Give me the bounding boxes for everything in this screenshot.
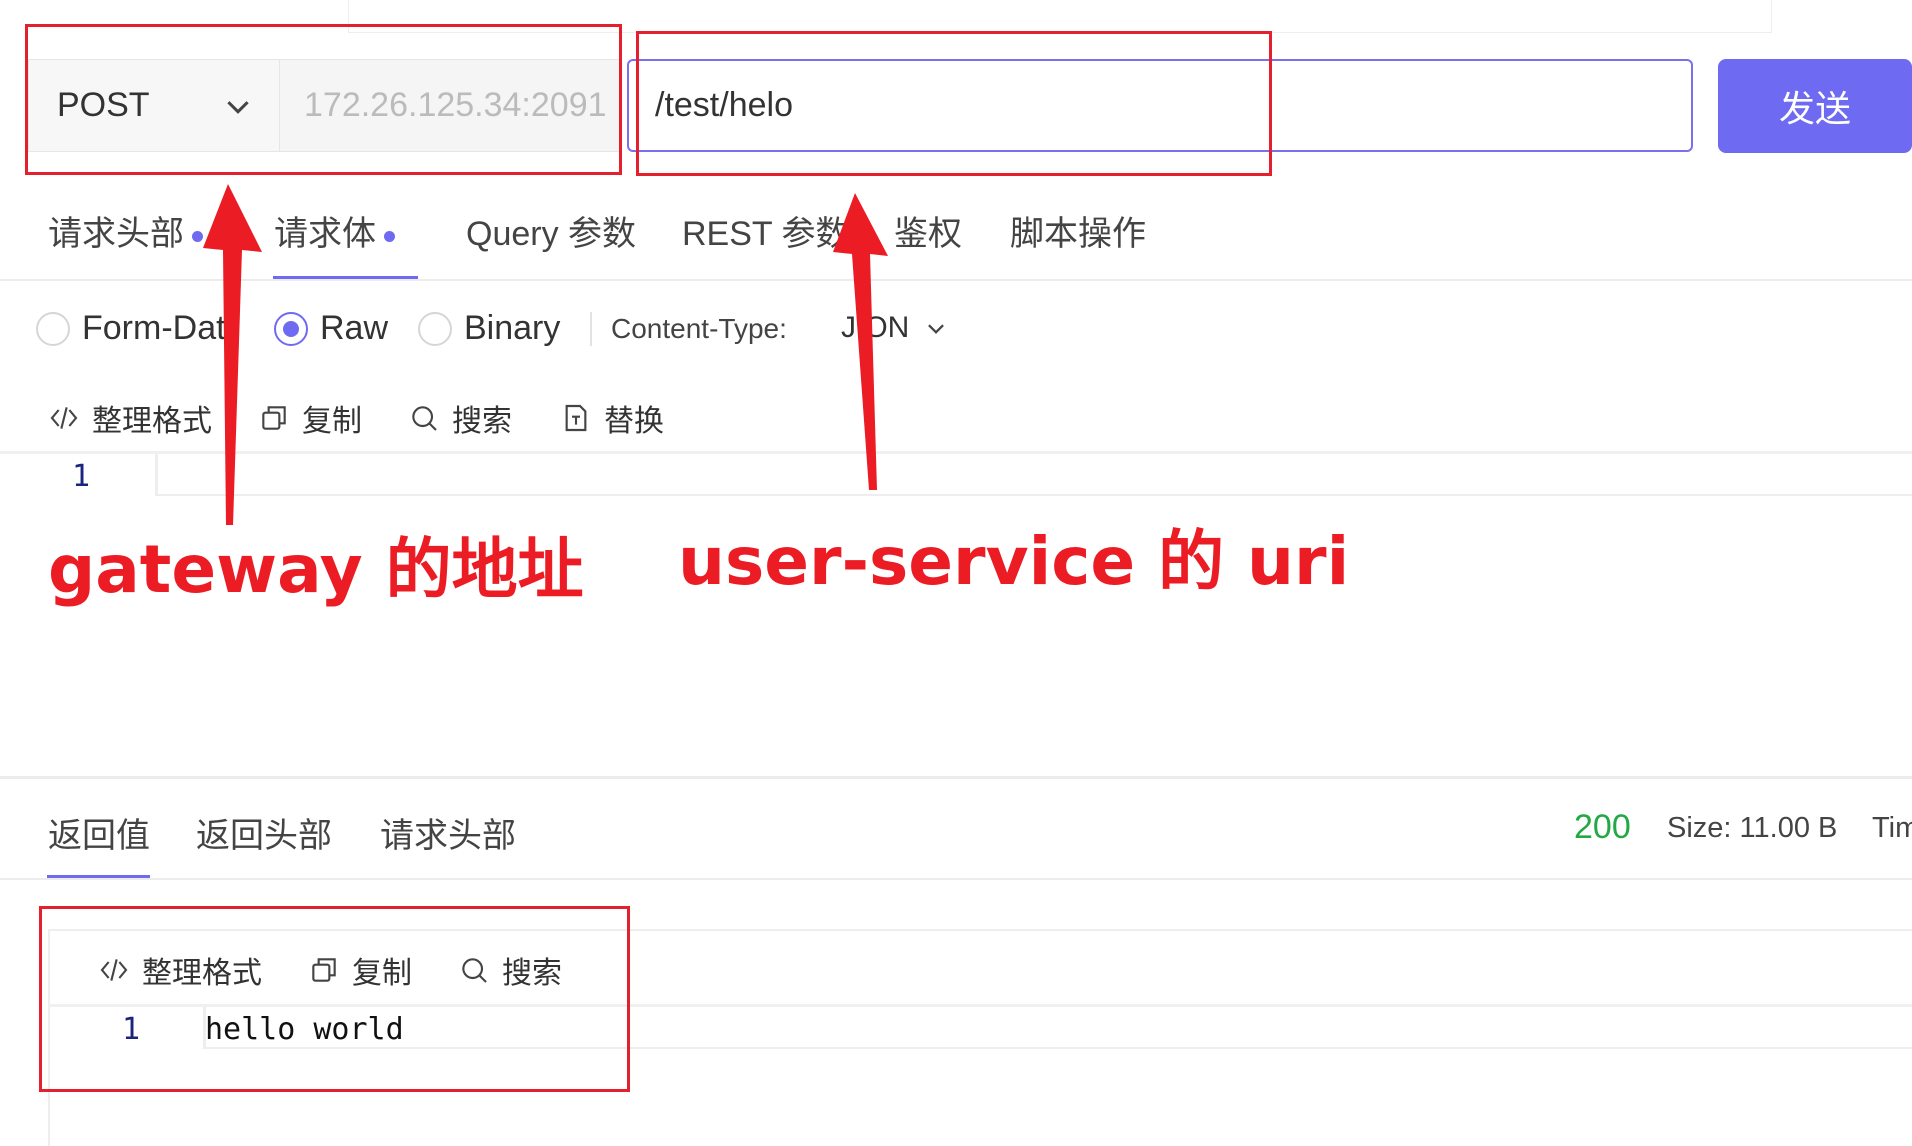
search-icon [412,406,437,431]
request-editor-line[interactable] [155,454,1912,496]
radio-circle-selected [274,311,308,346]
content-type-label: Content-Type: [611,313,787,344]
tab-scripts[interactable]: 脚本操作 [1010,206,1146,255]
code-icon [50,407,78,429]
radio-raw[interactable]: Raw [274,309,388,348]
line-number: 1 [72,459,91,494]
response-size: Size: 11.00 B [1667,812,1838,844]
tab-response-body[interactable]: 返回值 [48,808,150,857]
annotation-box-response [39,906,630,1092]
format-button[interactable]: 整理格式 [48,396,212,440]
search-button[interactable]: 搜索 [408,396,512,440]
content-type-select[interactable]: J ON [841,311,953,345]
copy-icon [262,406,286,430]
divider [0,878,1912,880]
send-button[interactable]: 发送 [1718,59,1912,153]
tab-auth[interactable]: 鉴权 [894,206,962,255]
tab-sent-request-headers[interactable]: 请求头部 [380,808,516,857]
replace-icon [565,404,587,432]
tab-query-params[interactable]: Query 参数 [466,206,636,255]
annotation-user-service: user-service 的 uri [678,523,1350,600]
radio-form-data[interactable]: Form-Dat [36,309,226,348]
separator [590,312,592,346]
tab-request-headers[interactable]: 请求头部 [48,206,203,255]
tab-response-headers[interactable]: 返回头部 [196,808,332,857]
divider [0,776,1912,779]
radio-binary[interactable]: Binary [418,309,560,348]
replace-button[interactable]: 替换 [560,396,664,440]
annotation-box-gateway [25,24,622,175]
copy-button[interactable]: 复制 [258,396,362,440]
modified-dot [192,230,203,242]
tab-request-body[interactable]: 请求体 [274,206,395,255]
annotation-gateway: gateway 的地址 [48,531,584,608]
radio-circle [36,311,70,346]
divider [0,279,1912,281]
status-code: 200 [1574,808,1631,846]
radio-circle [418,311,452,346]
annotation-box-uri [636,31,1272,176]
chevron-down-icon [928,324,945,334]
response-time: Tim [1872,812,1912,844]
modified-dot [384,230,395,242]
tab-rest-params[interactable]: REST 参数 [682,206,850,255]
